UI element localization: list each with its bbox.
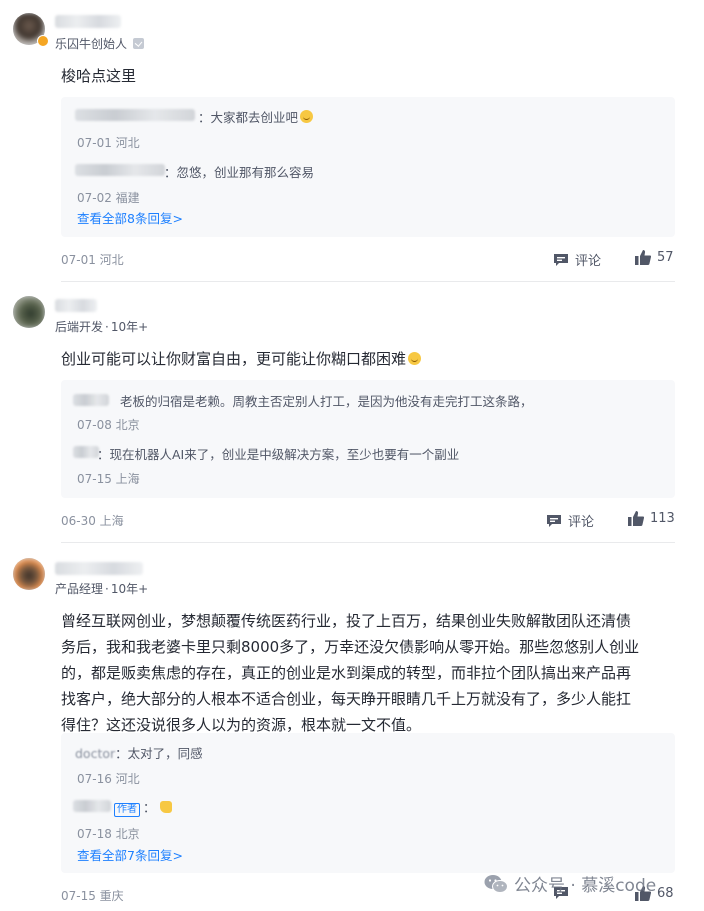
reply-username[interactable] <box>75 164 165 176</box>
reply-text: 老板的归宿是老赖。周教主否定别人打工，是因为他没有走完打工这条路， <box>120 394 533 409</box>
reply-meta: 07-16 河北 <box>77 772 140 786</box>
thumbs-up-emoji-icon <box>159 801 172 813</box>
view-all-replies-link[interactable]: 查看全部8条回复> <box>77 208 183 227</box>
avatar[interactable] <box>13 296 45 328</box>
smile-emoji-icon <box>300 110 314 123</box>
user-meta: 产品经理 · 10年+ <box>55 582 149 596</box>
wechat-icon <box>484 874 508 893</box>
reply-text: ：大家都去创业吧 <box>198 107 314 126</box>
reply-box: 老板的归宿是老赖。周教主否定别人打工，是因为他没有走完打工这条路， 07-08 … <box>61 380 675 498</box>
like-button[interactable]: 57 <box>635 250 674 265</box>
reply-meta: 07-18 北京 <box>77 827 140 841</box>
reply-username[interactable] <box>73 446 99 458</box>
reply-username[interactable] <box>73 394 109 406</box>
comment-icon <box>547 514 561 527</box>
reply-text: 作者： <box>111 797 172 817</box>
comment-date: 07-01 河北 <box>61 253 124 267</box>
watermark: 公众号 · 慕溪code <box>484 871 656 896</box>
comment-content: 曾经互联网创业，梦想颠覆传统医药行业，投了上百万，结果创业失败解散团队还清债 务… <box>61 612 640 734</box>
comment-date: 07-15 重庆 <box>61 889 124 903</box>
comment-button[interactable]: 评论 <box>546 511 594 530</box>
reply-meta: 07-02 福建 <box>77 191 140 205</box>
reply-text: ：现在机器人AI来了，创业是中级解决方案，至少也要有一个副业 <box>97 447 460 462</box>
user-meta: 后端开发 · 10年+ <box>55 320 149 334</box>
thumb-up-icon <box>635 250 651 265</box>
reply-box: ：大家都去创业吧 07-01 河北 ：忽悠，创业那有那么容易 07-02 福建 … <box>61 97 675 237</box>
reply-meta: 07-08 北京 <box>77 418 140 432</box>
thumb-up-icon <box>628 511 644 526</box>
user-role: 产品经理 <box>55 582 104 596</box>
comment-date: 06-30 上海 <box>61 514 124 528</box>
reply-username[interactable] <box>73 800 111 812</box>
badge-icon <box>133 38 145 49</box>
view-all-replies-link[interactable]: 查看全部7条回复> <box>77 845 183 864</box>
user-role: 后端开发 <box>55 320 104 334</box>
comment-button[interactable]: 评论 <box>553 250 601 269</box>
reply-text: ：忽悠，创业那有那么容易 <box>164 165 315 180</box>
reply-username[interactable]: doctor <box>75 746 115 761</box>
username[interactable] <box>55 15 121 28</box>
reply-box: doctor：太对了，同感 07-16 河北 作者： 07-18 北京 查看全部… <box>61 733 675 873</box>
comment-item: 乐囚牛创始人 梭哈点这里 ：大家都去创业吧 07-01 河北 ：忽悠，创业那有那… <box>0 0 704 282</box>
username[interactable] <box>55 562 143 575</box>
reply-meta: 07-01 河北 <box>77 136 140 150</box>
like-button[interactable]: 113 <box>628 511 675 526</box>
author-badge: 作者 <box>114 803 140 817</box>
reply-text: doctor：太对了，同感 <box>75 746 203 761</box>
user-meta: 乐囚牛创始人 <box>55 35 145 52</box>
user-years: 10年+ <box>110 582 149 596</box>
reply-username[interactable] <box>75 109 195 121</box>
comment-content: 梭哈点这里 <box>61 67 137 85</box>
comment-content: 创业可能可以让你财富自由，更可能让你糊口都困难 <box>61 346 422 372</box>
user-role: 乐囚牛创始人 <box>55 37 128 51</box>
user-years: 10年+ <box>110 320 149 334</box>
avatar[interactable] <box>13 558 45 590</box>
verified-icon <box>37 35 49 47</box>
comment-item: 后端开发 · 10年+ 创业可能可以让你财富自由，更可能让你糊口都困难 老板的归宿是… <box>0 282 704 543</box>
comment-item: 产品经理 · 10年+ 曾经互联网创业，梦想颠覆传统医药行业，投了上百万，结果创业失… <box>0 543 704 911</box>
smile-emoji-icon <box>408 352 422 365</box>
comment-icon <box>554 253 568 266</box>
username[interactable] <box>55 299 97 312</box>
reply-meta: 07-15 上海 <box>77 472 140 486</box>
